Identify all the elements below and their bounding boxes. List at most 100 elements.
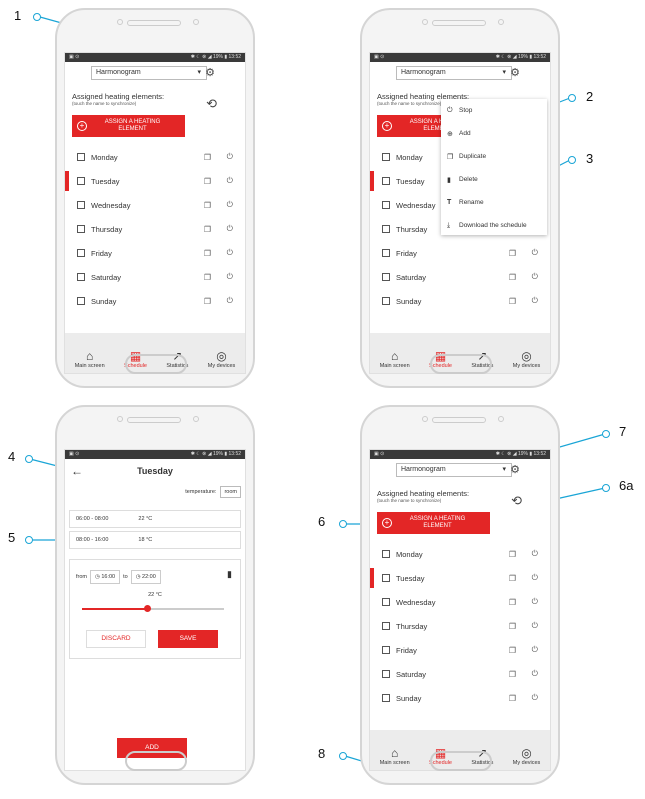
checkbox[interactable]: [382, 694, 390, 702]
checkbox[interactable]: [77, 153, 85, 161]
power-icon[interactable]: ⏻: [227, 152, 233, 162]
copy-icon[interactable]: ❐: [204, 273, 211, 282]
copy-icon[interactable]: ❐: [204, 297, 211, 306]
power-icon[interactable]: ⏻: [532, 549, 538, 559]
checkbox[interactable]: [382, 249, 390, 257]
checkbox[interactable]: [382, 550, 390, 558]
power-icon[interactable]: ⏻: [532, 669, 538, 679]
nav-my-devices[interactable]: ◎ My devices: [208, 349, 236, 369]
day-row[interactable]: Saturday ❐ ⏻: [65, 265, 245, 289]
power-icon[interactable]: ⏻: [227, 272, 233, 282]
back-arrow-icon[interactable]: ←: [71, 464, 83, 478]
day-row[interactable]: Sunday ❐ ⏻: [370, 686, 550, 710]
nav-main-screen[interactable]: ⌂ Main screen: [380, 746, 410, 766]
day-row[interactable]: Saturday ❐ ⏻: [370, 662, 550, 686]
schedule-select[interactable]: Harmonogram ▾: [91, 66, 207, 80]
checkbox[interactable]: [77, 273, 85, 281]
day-row[interactable]: Wednesday ❐ ⏻: [65, 193, 245, 217]
copy-icon[interactable]: ❐: [509, 670, 516, 679]
checkbox[interactable]: [382, 177, 390, 185]
day-row[interactable]: Saturday ❐ ⏻: [370, 265, 550, 289]
trash-icon[interactable]: ▮: [227, 569, 232, 580]
copy-icon[interactable]: ❐: [509, 273, 516, 282]
schedule-select[interactable]: Harmonogram ▾: [396, 463, 512, 477]
slider-knob[interactable]: [144, 605, 151, 612]
checkbox[interactable]: [77, 201, 85, 209]
power-icon[interactable]: ⏻: [532, 645, 538, 655]
checkbox[interactable]: [382, 622, 390, 630]
menu-item-duplicate[interactable]: ❐ Duplicate: [441, 145, 547, 168]
copy-icon[interactable]: ❐: [509, 550, 516, 559]
checkbox[interactable]: [382, 153, 390, 161]
save-button[interactable]: SAVE: [158, 630, 218, 648]
gear-icon[interactable]: ⚙: [205, 66, 215, 79]
copy-icon[interactable]: ❐: [204, 153, 211, 162]
power-icon[interactable]: ⏻: [532, 693, 538, 703]
nav-my-devices[interactable]: ◎ My devices: [513, 746, 541, 766]
power-icon[interactable]: ⏻: [227, 296, 233, 306]
schedule-select[interactable]: Harmonogram ▾: [396, 66, 512, 80]
checkbox[interactable]: [382, 574, 390, 582]
temperature-select[interactable]: room: [220, 486, 241, 498]
period-row[interactable]: 08:00 - 16:00 18 °C: [69, 531, 241, 549]
discard-button[interactable]: DISCARD: [86, 630, 146, 648]
checkbox[interactable]: [77, 249, 85, 257]
menu-item-add[interactable]: ⊕ Add: [441, 122, 547, 145]
power-icon[interactable]: ⏻: [532, 248, 538, 258]
copy-icon[interactable]: ❐: [204, 177, 211, 186]
copy-icon[interactable]: ❐: [509, 622, 516, 631]
day-row[interactable]: Friday ❐ ⏻: [370, 638, 550, 662]
checkbox[interactable]: [382, 225, 390, 233]
nav-main-screen[interactable]: ⌂ Main screen: [75, 349, 105, 369]
menu-item-delete[interactable]: ▮ Delete: [441, 168, 547, 191]
copy-icon[interactable]: ❐: [204, 225, 211, 234]
period-row[interactable]: 06:00 - 08:00 22 °C: [69, 510, 241, 528]
nav-main-screen[interactable]: ⌂ Main screen: [380, 349, 410, 369]
checkbox[interactable]: [77, 297, 85, 305]
checkbox[interactable]: [77, 225, 85, 233]
checkbox[interactable]: [382, 670, 390, 678]
power-icon[interactable]: ⏻: [532, 621, 538, 631]
power-icon[interactable]: ⏻: [532, 597, 538, 607]
history-icon[interactable]: ⟲: [206, 96, 217, 112]
day-row[interactable]: Sunday ❐ ⏻: [370, 289, 550, 313]
day-row[interactable]: Thursday ❐ ⏻: [370, 614, 550, 638]
copy-icon[interactable]: ❐: [509, 646, 516, 655]
day-row[interactable]: Thursday ❐ ⏻: [65, 217, 245, 241]
menu-item-rename[interactable]: T Rename: [441, 191, 547, 214]
day-row[interactable]: Wednesday ❐ ⏻: [370, 590, 550, 614]
menu-item-download[interactable]: ⤓ Download the schedule: [441, 214, 547, 237]
power-icon[interactable]: ⏻: [532, 296, 538, 306]
power-icon[interactable]: ⏻: [227, 248, 233, 258]
day-row[interactable]: Sunday ❐ ⏻: [65, 289, 245, 313]
gear-icon[interactable]: ⚙: [510, 66, 520, 79]
day-row[interactable]: Friday ❐ ⏻: [370, 241, 550, 265]
nav-my-devices[interactable]: ◎ My devices: [513, 349, 541, 369]
copy-icon[interactable]: ❐: [509, 249, 516, 258]
checkbox[interactable]: [382, 201, 390, 209]
checkbox[interactable]: [77, 177, 85, 185]
day-row[interactable]: Monday ❐ ⏻: [370, 542, 550, 566]
temperature-slider[interactable]: [82, 605, 224, 612]
power-icon[interactable]: ⏻: [227, 224, 233, 234]
copy-icon[interactable]: ❐: [204, 201, 211, 210]
checkbox[interactable]: [382, 297, 390, 305]
copy-icon[interactable]: ❐: [509, 574, 516, 583]
history-icon[interactable]: ⟲: [511, 493, 522, 509]
assign-heating-element-button[interactable]: + ASSIGN A HEATING ELEMENT: [72, 115, 185, 137]
day-row[interactable]: Tuesday ❐ ⏻: [65, 169, 245, 193]
menu-item-stop[interactable]: ⏻ Stop: [441, 99, 547, 122]
checkbox[interactable]: [382, 273, 390, 281]
assign-heating-element-button[interactable]: + ASSIGN A HEATING ELEMENT: [377, 512, 490, 534]
checkbox[interactable]: [382, 598, 390, 606]
to-time-input[interactable]: ◷ 22:00: [130, 570, 161, 584]
day-row[interactable]: Monday ❐ ⏻: [65, 145, 245, 169]
day-row[interactable]: Tuesday ❐ ⏻: [370, 566, 550, 590]
power-icon[interactable]: ⏻: [532, 573, 538, 583]
copy-icon[interactable]: ❐: [509, 694, 516, 703]
power-icon[interactable]: ⏻: [532, 272, 538, 282]
power-icon[interactable]: ⏻: [227, 200, 233, 210]
gear-icon[interactable]: ⚙: [510, 463, 520, 476]
checkbox[interactable]: [382, 646, 390, 654]
copy-icon[interactable]: ❐: [509, 598, 516, 607]
